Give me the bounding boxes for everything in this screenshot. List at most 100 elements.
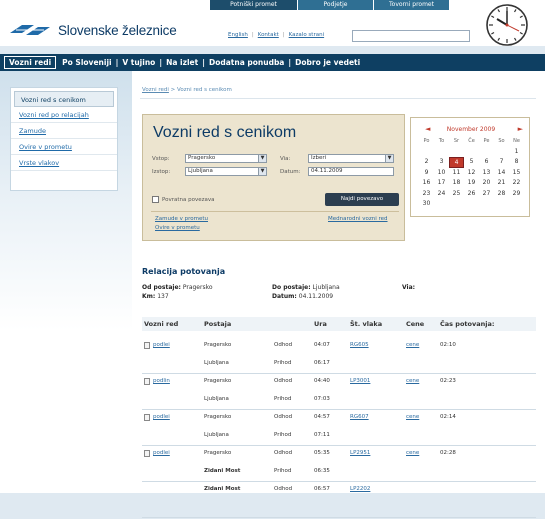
link-kontakt[interactable]: Kontakt [258, 32, 279, 38]
calendar-day[interactable]: 24 [434, 189, 449, 200]
sidebar-item-vrste-vlakov[interactable]: Vrste vlakov [11, 155, 117, 171]
chevron-right-icon[interactable]: ► [518, 125, 523, 133]
calendar-day[interactable]: 23 [419, 189, 434, 200]
sidebar-item-ovire[interactable]: Ovire v prometu [11, 139, 117, 155]
calendar-day[interactable]: 14 [494, 168, 509, 179]
tab-tovorni-promet[interactable]: Tovorni promet [374, 0, 450, 10]
time: 07:03 [314, 396, 330, 402]
to-station-label: Do postaje: [272, 284, 311, 291]
calendar-day[interactable]: 4 [449, 157, 464, 168]
nav-v-tujino[interactable]: V tujino [118, 54, 159, 71]
calendar-day[interactable]: 15 [509, 168, 524, 179]
via-select[interactable]: Izberi ▼ [308, 154, 394, 163]
calendar-day[interactable]: 30 [419, 199, 434, 210]
link-zamude[interactable]: Zamude v prometu [155, 216, 208, 222]
relation-title: Relacija potovanja [142, 267, 226, 276]
train-number-link[interactable]: LP2202 [350, 486, 370, 492]
calendar-day[interactable]: 26 [464, 189, 479, 200]
time: 04:40 [314, 378, 330, 384]
calendar-day[interactable]: 10 [434, 168, 449, 179]
calendar-day[interactable]: 1 [509, 147, 524, 158]
train-number-link[interactable]: LP2951 [350, 450, 370, 456]
details-link[interactable]: podlei [153, 414, 170, 420]
return-checkbox[interactable] [152, 196, 159, 203]
col-ura: Ura [314, 320, 327, 328]
station-name: Ljubljana [204, 396, 229, 402]
from-select[interactable]: Pragersko ▼ [185, 154, 267, 163]
calendar-day[interactable]: 7 [494, 157, 509, 168]
nav-na-izlet[interactable]: Na izlet [162, 54, 202, 71]
nav-dodatna-ponudba[interactable]: Dodatna ponudba [205, 54, 288, 71]
prices-link[interactable]: cene [406, 342, 419, 348]
tab-potniski-promet[interactable]: Potniški promet [210, 0, 298, 10]
divider [140, 98, 536, 99]
calendar-day[interactable]: 21 [494, 178, 509, 189]
breadcrumb-current: Vozni red s cenikom [177, 87, 232, 93]
calendar-weekday: So [498, 138, 505, 144]
find-connection-button[interactable]: Najdi povezavo [325, 193, 399, 206]
calendar-day[interactable]: 5 [464, 157, 479, 168]
calendar-day[interactable]: 16 [419, 178, 434, 189]
time: 04:07 [314, 342, 330, 348]
details-link[interactable]: podlei [153, 342, 170, 348]
prices-link[interactable]: cene [406, 378, 419, 384]
calendar-day[interactable]: 18 [449, 178, 464, 189]
calendar-day[interactable]: 13 [479, 168, 494, 179]
calendar-day[interactable]: 2 [419, 157, 434, 168]
sidebar-item-vozni-red-s-cenikom[interactable]: Vozni red s cenikom [14, 91, 114, 107]
details-link[interactable]: podlin [153, 378, 170, 384]
search-input[interactable] [352, 30, 470, 42]
calendar-day[interactable]: 22 [509, 178, 524, 189]
details-link[interactable]: podlei [153, 450, 170, 456]
link-mednarodni[interactable]: Mednarodni vozni red [328, 216, 388, 222]
departure-type: Odhod [274, 342, 293, 348]
prices-link[interactable]: cene [406, 414, 419, 420]
sidebar-item-zamude[interactable]: Zamude [11, 123, 117, 139]
link-english[interactable]: English [228, 32, 248, 38]
nav-po-sloveniji[interactable]: Po Sloveniji [58, 54, 115, 71]
tab-podjetje[interactable]: Podjetje [298, 0, 374, 10]
calendar-weekday: Če [468, 138, 475, 144]
train-number-link[interactable]: LP3001 [350, 378, 370, 384]
logo[interactable]: Slovenske železnice [8, 22, 177, 38]
calendar-empty [509, 199, 524, 210]
calendar-day[interactable]: 3 [434, 157, 449, 168]
calendar-day[interactable]: 8 [509, 157, 524, 168]
date-value: 04.11.2009 [311, 168, 343, 174]
nav-dobro-je-vedeti[interactable]: Dobro je vedeti [291, 54, 364, 71]
link-kazalo[interactable]: Kazalo strani [289, 32, 324, 38]
departure-type: Odhod [274, 486, 293, 492]
calendar-day[interactable]: 20 [479, 178, 494, 189]
breadcrumb-link[interactable]: Vozni redi [142, 87, 169, 93]
col-postaja: Postaja [204, 320, 232, 328]
prices-link[interactable]: cene [406, 450, 419, 456]
sidebar-item-vozni-red-po-relacijah[interactable]: Vozni red po relacijah [11, 107, 117, 123]
calendar-day[interactable]: 17 [434, 178, 449, 189]
train-number-link[interactable]: RG607 [350, 414, 369, 420]
time: 06:57 [314, 486, 330, 492]
calendar-day[interactable]: 27 [479, 189, 494, 200]
calendar-day[interactable]: 25 [449, 189, 464, 200]
train-number-link[interactable]: RG605 [350, 342, 369, 348]
calendar-day[interactable]: 6 [479, 157, 494, 168]
link-ovire[interactable]: Ovire v prometu [155, 225, 200, 231]
calendar-day[interactable]: 9 [419, 168, 434, 179]
table-row: podlei Pragersko Odhod 04:57 RG607 cene 02:14 L… [142, 411, 536, 447]
via-label-info: Via: [402, 284, 416, 291]
calendar-empty [494, 147, 509, 158]
date-input[interactable]: 04.11.2009 [308, 167, 394, 176]
travel-duration: 02:14 [440, 414, 456, 420]
calendar-day[interactable]: 28 [494, 189, 509, 200]
calendar-day[interactable]: 19 [464, 178, 479, 189]
travel-duration: 02:10 [440, 342, 456, 348]
calendar-day[interactable]: 12 [464, 168, 479, 179]
calendar-day[interactable]: 29 [509, 189, 524, 200]
station-name: Zidani Most [204, 468, 241, 474]
calendar-day[interactable]: 11 [449, 168, 464, 179]
travel-duration: 02:28 [440, 450, 456, 456]
relation-to: Do postaje: Ljubljana [272, 284, 340, 291]
to-select[interactable]: Ljubljana ▼ [185, 167, 267, 176]
table-header: Vozni red Postaja Ura Št. vlaka Cene Čas… [142, 317, 536, 331]
nav-vozni-redi[interactable]: Vozni redi [4, 56, 57, 69]
row-divider [142, 373, 536, 374]
